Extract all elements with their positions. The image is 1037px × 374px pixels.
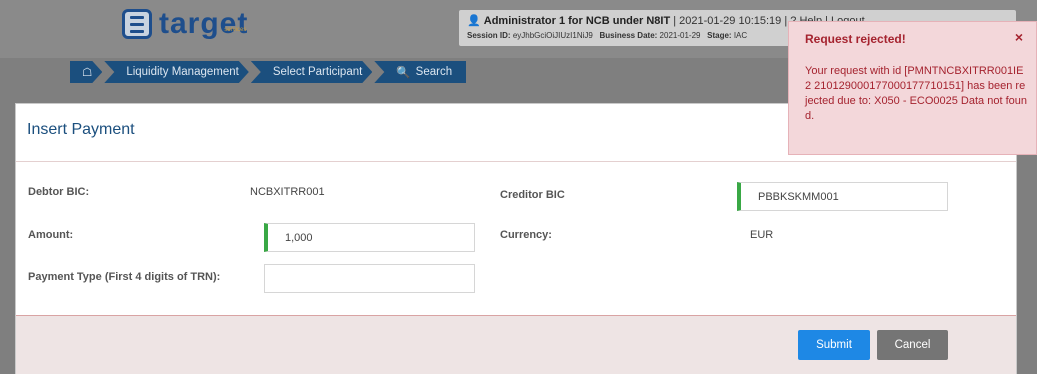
logo-subtext: services [224, 27, 247, 33]
title-divider [16, 161, 1016, 162]
session-id-label: Session ID: [467, 31, 511, 40]
stage-value: IAC [733, 31, 748, 40]
amount-field[interactable]: 1,000 [264, 223, 475, 252]
breadcrumb-liquidity-management[interactable]: Liquidity Management [104, 61, 249, 83]
breadcrumb-select-participant[interactable]: Select Participant [251, 61, 373, 83]
creditor-bic-field[interactable]: PBBKSKMM001 [737, 182, 948, 211]
form-footer: Submit Cancel [16, 315, 1016, 374]
business-date-label: Business Date: [599, 31, 658, 40]
currency-value: EUR [750, 229, 774, 241]
page-title: Insert Payment [27, 121, 135, 138]
session-datetime: | 2021-01-29 10:15:19 [673, 15, 782, 27]
amount-label: Amount: [28, 229, 74, 241]
submit-button[interactable]: Submit [798, 330, 870, 360]
user-icon: 👤 [467, 15, 481, 27]
stage-label: Stage: [707, 31, 732, 40]
payment-type-field[interactable] [264, 264, 475, 293]
session-id: eyJhbGciOiJIUzI1NiJ9 [512, 31, 593, 40]
logo-text: target services [159, 9, 248, 39]
payment-type-label: Payment Type (First 4 digits of TRN): [28, 271, 221, 283]
user-name: Administrator 1 for NCB under N8IT [483, 15, 671, 27]
close-icon[interactable]: × [1015, 29, 1023, 45]
cancel-button[interactable]: Cancel [877, 330, 948, 360]
breadcrumb: ☖ Liquidity Management Select Participan… [70, 61, 468, 83]
menu-icon[interactable] [122, 9, 152, 39]
business-date: 2021-01-29 [659, 31, 701, 40]
target-logo[interactable]: target services [122, 9, 248, 39]
toast-title: Request rejected! [805, 32, 906, 46]
toast-message: Your request with id [PMNTNCBXITRR001IE2… [805, 65, 1027, 122]
search-icon: 🔍 [396, 67, 411, 79]
creditor-bic-label: Creditor BIC [500, 189, 565, 201]
error-toast: Request rejected! × Your request with id… [788, 21, 1037, 155]
debtor-bic-label: Debtor BIC: [28, 186, 90, 198]
home-icon[interactable]: ☖ [82, 65, 92, 79]
currency-label: Currency: [500, 229, 552, 241]
breadcrumb-home[interactable]: ☖ [70, 61, 102, 83]
breadcrumb-search[interactable]: 🔍 Search [374, 61, 467, 83]
debtor-bic-value: NCBXITRR001 [250, 186, 325, 198]
